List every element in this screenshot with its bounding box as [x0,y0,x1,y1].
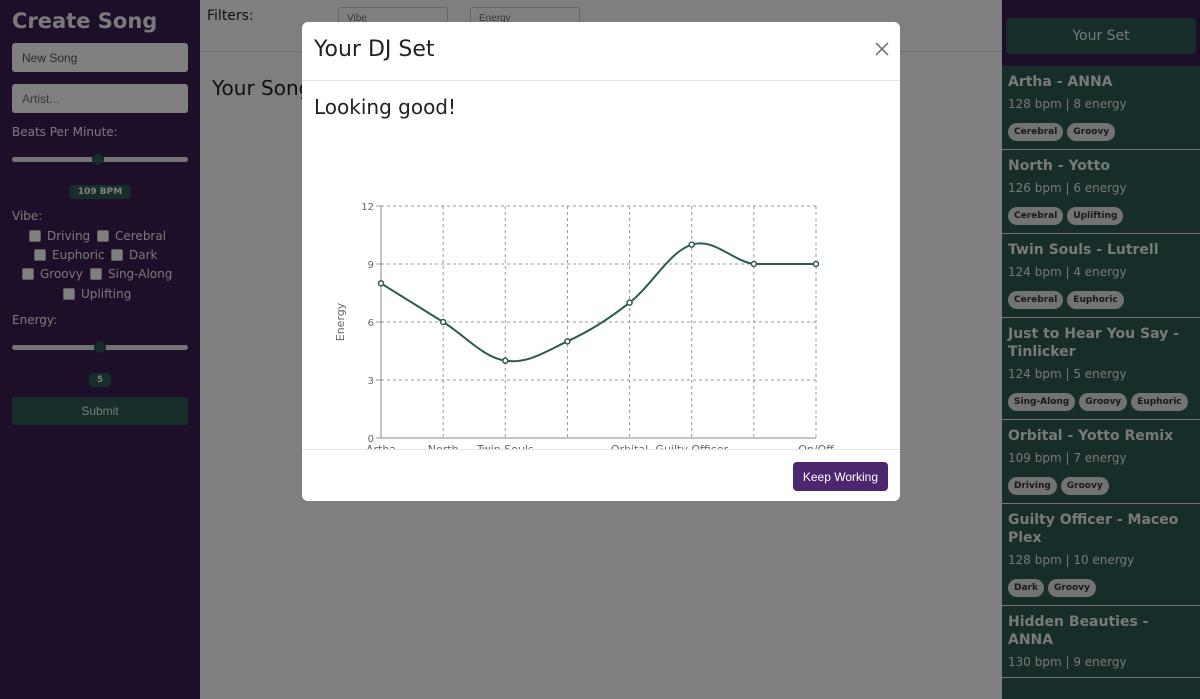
energy-data-point [377,280,385,287]
energy-data-point [688,241,695,248]
energy-data-point [626,299,633,306]
y-tick-label: 12 [361,202,374,213]
energy-data-point [812,260,820,268]
energy-data-point [564,338,571,345]
y-tick-label: 6 [368,318,374,329]
energy-line-chart: 036912ArthaNorthTwin SoulsOrbitalGuilty … [334,202,834,449]
dj-set-modal: Your DJ Set Looking good! 036912ArthaNor… [302,22,900,501]
modal-title: Your DJ Set [314,37,435,62]
y-axis-label: Energy [334,302,347,341]
energy-data-point [750,260,758,268]
y-tick-label: 3 [368,376,374,387]
energy-series-line [380,242,816,363]
y-tick-label: 9 [368,260,374,271]
keep-working-button[interactable]: Keep Working [792,462,888,491]
energy-data-point [502,357,509,364]
modal-footer: Keep Working [302,449,900,501]
energy-data-point [439,318,447,326]
modal-body: Looking good! 036912ArthaNorthTwin Souls… [302,81,900,449]
close-icon[interactable] [874,41,890,57]
modal-header: Your DJ Set [302,22,900,81]
